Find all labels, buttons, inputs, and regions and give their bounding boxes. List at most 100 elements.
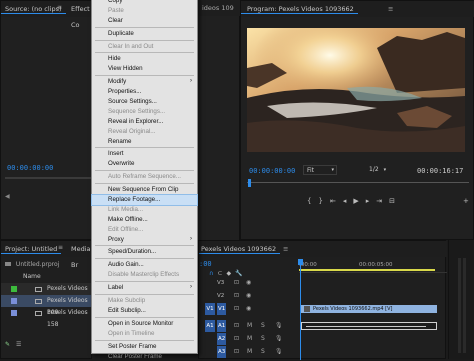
list-view-icon[interactable]: ☰ — [16, 341, 21, 348]
wrench-icon[interactable]: 🔧 — [235, 270, 246, 277]
add-button-icon[interactable]: + — [463, 197, 469, 205]
tab-effect-controls[interactable]: Effect Co — [67, 1, 94, 33]
sequence-menu-icon[interactable]: ≡ — [279, 241, 292, 257]
toggle-sync-lock-icon[interactable]: ⊡ — [234, 346, 239, 358]
source-timeline-bar[interactable] — [5, 177, 91, 179]
eye-icon[interactable]: ◉ — [246, 303, 251, 315]
menu-item-reveal-in-explorer[interactable]: Reveal in Explorer... — [92, 117, 197, 127]
timeline-ruler[interactable]: :00:00 00:00:05:00 — [299, 259, 447, 273]
list-item[interactable]: Pexels Videos 109 — [1, 295, 93, 307]
fit-dropdown[interactable]: Fit ▾ — [303, 165, 337, 175]
timeline-tools — [209, 242, 279, 252]
program-timecode-left[interactable]: 00:00:00:00 — [249, 167, 295, 175]
menu-item-clear[interactable]: Clear — [92, 16, 197, 26]
mark-out-icon[interactable]: } — [318, 197, 329, 205]
source-patch-a1[interactable]: A1 — [205, 320, 215, 332]
toggle-sync-lock-icon[interactable]: ⊡ — [234, 277, 239, 289]
menu-separator — [95, 245, 194, 246]
track-target[interactable]: V1 — [217, 303, 226, 315]
step-back-icon[interactable]: ◀ — [5, 193, 10, 200]
menu-item-insert[interactable]: Insert — [92, 149, 197, 159]
timeline-timecode[interactable]: :00 — [199, 260, 212, 268]
track-target[interactable]: A2 — [217, 333, 226, 345]
menu-item-make-offline[interactable]: Make Offline... — [92, 215, 197, 225]
project-menu-icon[interactable]: ≡ — [58, 244, 63, 251]
go-to-out-icon[interactable]: ⇥ — [376, 197, 389, 205]
mute-button[interactable]: M — [247, 346, 252, 358]
partial-tab[interactable]: ideos 109 — [198, 4, 238, 12]
menu-item-set-poster-frame[interactable]: Set Poster Frame — [92, 342, 197, 352]
menu-item-label: Reveal in Explorer... — [108, 118, 163, 125]
solo-button[interactable]: S — [261, 320, 265, 332]
toggle-sync-lock-icon[interactable]: ⊡ — [234, 333, 239, 345]
menu-item-proxy[interactable]: Proxy› — [92, 235, 197, 245]
track-a2: A2 ⊡ M S 🎙 — [199, 333, 299, 345]
eye-icon[interactable]: ◉ — [246, 290, 251, 302]
menu-item-replace-footage[interactable]: Replace Footage... — [92, 195, 197, 205]
column-header[interactable]: Name — [23, 271, 93, 283]
mute-button[interactable]: M — [247, 333, 252, 345]
solo-button[interactable]: S — [261, 333, 265, 345]
menu-item-source-settings[interactable]: Source Settings... — [92, 97, 197, 107]
menu-item-label: Disable Masterclip Effects — [108, 271, 179, 278]
eye-icon[interactable]: ◉ — [246, 277, 251, 289]
menu-item-label: Modify — [108, 78, 126, 85]
menu-item-edit-subclip[interactable]: Edit Subclip... — [92, 306, 197, 316]
play-icon[interactable]: ▶ — [353, 197, 365, 205]
source-panel-menu-icon[interactable]: ≡ — [57, 4, 62, 11]
video-clip[interactable]: Pexels Videos 1093662.mp4 [V] — [301, 305, 437, 313]
menu-item-speed-duration[interactable]: Speed/Duration... — [92, 247, 197, 257]
mute-button[interactable]: M — [247, 320, 252, 332]
marker-icon[interactable]: ◆ — [226, 270, 235, 277]
menu-item-label: Open in Source Monitor — [108, 320, 173, 327]
menu-item-new-sequence-from-clip[interactable]: New Sequence From Clip — [92, 185, 197, 195]
playhead-icon[interactable] — [298, 259, 303, 265]
program-menu-icon[interactable]: ≡ — [384, 1, 397, 17]
step-forward-icon[interactable]: ▸ — [366, 197, 377, 205]
tab-source[interactable]: Source: (no clips) — [1, 5, 66, 14]
work-area-bar[interactable] — [299, 269, 435, 271]
source-patch-v1[interactable]: V1 — [205, 303, 215, 315]
menu-item-hide[interactable]: Hide — [92, 54, 197, 64]
menu-item-disable-masterclip-effects: Disable Masterclip Effects — [92, 270, 197, 280]
track-target[interactable]: A3 — [217, 346, 226, 358]
track-target[interactable]: A1 — [217, 320, 226, 332]
go-to-in-icon[interactable]: ⇤ — [330, 197, 343, 205]
toggle-sync-lock-icon[interactable]: ⊡ — [234, 303, 239, 315]
program-title[interactable]: Program: Pexels Videos 1093662 — [241, 5, 358, 14]
menu-item-modify[interactable]: Modify› — [92, 77, 197, 87]
video-frame — [247, 28, 465, 152]
toggle-sync-lock-icon[interactable]: ⊡ — [234, 290, 239, 302]
menu-item-label: Rename — [108, 138, 131, 145]
resolution-dropdown[interactable]: 1/2 ▾ — [369, 165, 397, 175]
microphone-icon[interactable]: 🎙 — [275, 333, 283, 345]
track-target[interactable]: V2 — [217, 290, 224, 302]
menu-item-duplicate[interactable]: Duplicate — [92, 29, 197, 39]
solo-button[interactable]: S — [261, 346, 265, 358]
toggle-sync-lock-icon[interactable]: ⊡ — [234, 320, 239, 332]
fit-label: Fit — [307, 167, 314, 174]
list-item[interactable]: Pexels Videos 158 — [1, 307, 93, 319]
source-timecode[interactable]: 00:00:00:00 — [7, 164, 53, 172]
program-timecode-right[interactable]: 00:00:16:17 — [417, 167, 463, 175]
lift-icon[interactable]: ⊟ — [389, 197, 402, 205]
menu-item-properties[interactable]: Properties... — [92, 87, 197, 97]
mark-in-icon[interactable]: { — [307, 197, 318, 205]
step-back-icon[interactable]: ◂ — [343, 197, 354, 205]
menu-item-open-in-source-monitor[interactable]: Open in Source Monitor — [92, 319, 197, 329]
menu-item-audio-gain[interactable]: Audio Gain... — [92, 260, 197, 270]
audio-clip[interactable] — [301, 322, 437, 330]
tab-project[interactable]: Project: Untitled — [1, 245, 61, 254]
program-scrub-bar[interactable] — [247, 179, 469, 187]
menu-separator — [95, 40, 194, 41]
menu-item-label[interactable]: Label› — [92, 283, 197, 293]
list-item[interactable]: Pexels Videos 109 — [1, 283, 93, 295]
pencil-icon[interactable]: ✎ — [5, 341, 10, 348]
playhead-icon[interactable] — [248, 179, 251, 187]
track-target[interactable]: V3 — [217, 277, 224, 289]
menu-item-rename[interactable]: Rename — [92, 137, 197, 147]
microphone-icon[interactable]: 🎙 — [275, 346, 283, 358]
menu-item-view-hidden[interactable]: View Hidden — [92, 64, 197, 74]
menu-item-overwrite[interactable]: Overwrite — [92, 159, 197, 169]
microphone-icon[interactable]: 🎙 — [275, 320, 283, 332]
